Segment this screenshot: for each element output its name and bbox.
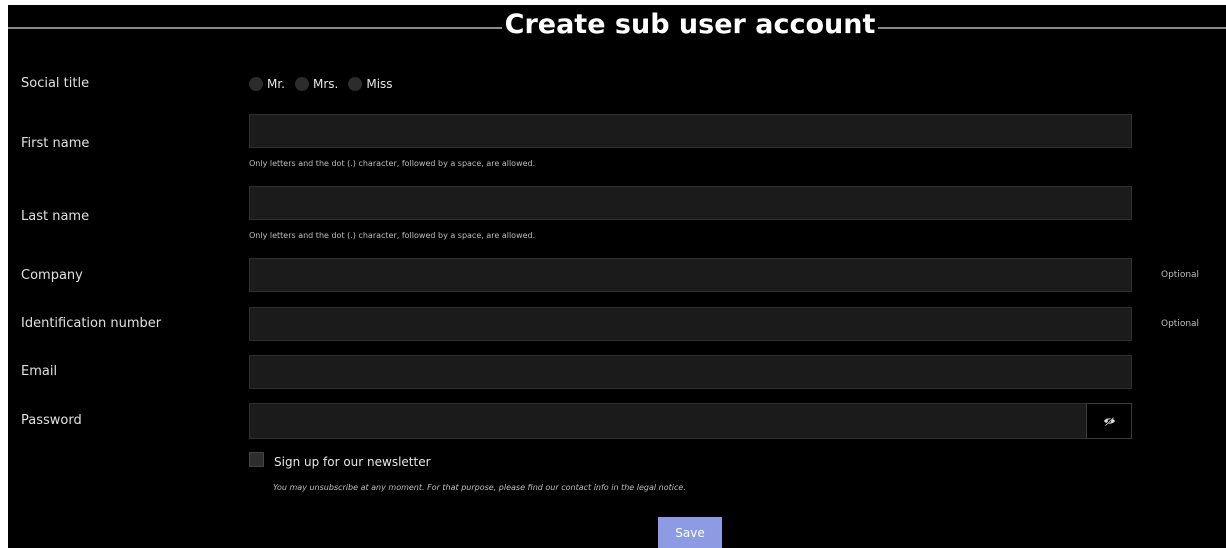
- newsletter-legal-note: You may unsubscribe at any moment. For t…: [273, 483, 686, 492]
- radio-button-mr[interactable]: [249, 77, 263, 91]
- last-name-hint: Only letters and the dot (.) character, …: [249, 231, 536, 240]
- password-label: Password: [21, 413, 82, 428]
- radio-button-mrs[interactable]: [295, 77, 309, 91]
- first-name-label: First name: [21, 136, 90, 151]
- last-name-input[interactable]: [249, 186, 1132, 220]
- first-name-hint: Only letters and the dot (.) character, …: [249, 159, 536, 168]
- company-label: Company: [21, 268, 83, 283]
- radio-option-miss[interactable]: Miss: [348, 77, 393, 91]
- email-input[interactable]: [249, 355, 1132, 389]
- eye-slash-icon: [1103, 416, 1116, 426]
- toggle-password-visibility-button[interactable]: [1086, 403, 1132, 439]
- password-input[interactable]: [249, 403, 1087, 439]
- create-sub-user-panel: Create sub user account Social title Mr.…: [8, 5, 1226, 548]
- radio-option-mrs[interactable]: Mrs.: [295, 77, 338, 91]
- title-divider-left: [8, 27, 502, 29]
- company-optional-badge: Optional: [1161, 270, 1200, 280]
- newsletter-label[interactable]: Sign up for our newsletter: [274, 455, 431, 469]
- radio-label-mrs: Mrs.: [313, 77, 339, 91]
- last-name-label: Last name: [21, 209, 90, 224]
- first-name-input[interactable]: [249, 114, 1132, 148]
- title-row: Create sub user account: [8, 5, 1226, 45]
- title-divider-right: [878, 27, 1226, 29]
- radio-option-mr[interactable]: Mr.: [249, 77, 285, 91]
- social-title-label: Social title: [21, 76, 90, 91]
- email-label: Email: [21, 364, 58, 379]
- radio-label-mr: Mr.: [267, 77, 285, 91]
- newsletter-checkbox[interactable]: [249, 452, 264, 467]
- identification-number-input[interactable]: [249, 307, 1132, 341]
- social-title-radio-group: Mr. Mrs. Miss: [249, 76, 403, 92]
- radio-label-miss: Miss: [366, 77, 393, 91]
- page-title: Create sub user account: [504, 9, 876, 40]
- company-input[interactable]: [249, 258, 1132, 292]
- identification-number-label: Identification number: [21, 316, 162, 331]
- identification-number-optional-badge: Optional: [1161, 319, 1200, 329]
- save-button[interactable]: Save: [658, 517, 722, 548]
- radio-button-miss[interactable]: [348, 77, 363, 91]
